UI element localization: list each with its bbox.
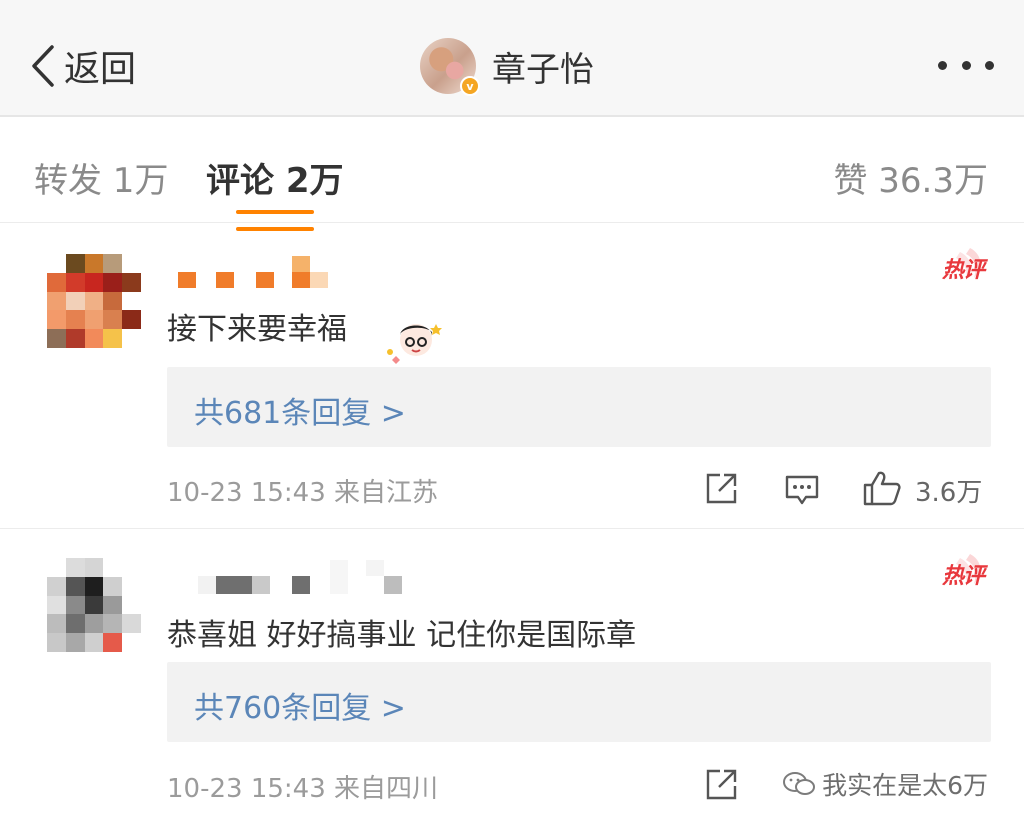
hot-comment-badge: 热评 xyxy=(930,244,986,288)
like-button[interactable] xyxy=(862,470,902,506)
top-nav-bar: 返回 v 章子怡 xyxy=(0,0,1024,117)
chevron-left-icon xyxy=(32,45,54,87)
tab-like[interactable]: 赞 36.3万 xyxy=(833,153,988,202)
share-icon xyxy=(706,769,737,800)
replies-label: 共681条回复 > xyxy=(194,396,406,431)
username-censored[interactable] xyxy=(170,560,430,594)
watermark-text: 我实在是太6万 xyxy=(822,771,988,800)
comment-text: 恭喜姐 好好搞事业 记住你是国际章 xyxy=(167,618,637,653)
reply-button[interactable] xyxy=(784,474,820,506)
like-count: 3.6万 xyxy=(915,478,983,508)
wechat-watermark: 我实在是太6万 xyxy=(782,766,988,802)
share-button[interactable] xyxy=(704,472,738,506)
tab-bar: 转发 1万 评论 2万 赞 36.3万 xyxy=(0,119,1024,231)
like-icon xyxy=(863,471,901,506)
page-title: 章子怡 xyxy=(492,49,594,90)
avatar[interactable] xyxy=(47,558,141,652)
tab-repost[interactable]: 转发 1万 xyxy=(34,153,168,202)
tab-comment[interactable]: 评论 2万 xyxy=(206,153,344,202)
sticker-icon xyxy=(387,324,442,364)
comment-meta: 10-23 15:43 来自四川 xyxy=(167,774,439,804)
replies-link[interactable]: 共760条回复 > xyxy=(167,662,991,742)
replies-label: 共760条回复 > xyxy=(194,691,406,726)
verified-badge-icon: v xyxy=(460,76,480,96)
replies-link[interactable]: 共681条回复 > xyxy=(167,367,991,447)
comment-item: 热评 恭喜姐 好好搞事业 记住你是国际章 共760条回复 > 10-23 15:… xyxy=(0,530,1024,827)
back-button[interactable]: 返回 xyxy=(28,42,136,90)
hot-label: 热评 xyxy=(941,258,985,283)
reply-icon xyxy=(785,475,819,505)
comment-meta: 10-23 15:43 来自江苏 xyxy=(167,478,439,508)
comment-item: 热评 接下来要幸福 共681条回复 > 10-23 15:43 来自江苏 3.6… xyxy=(0,224,1024,529)
comment-text: 接下来要幸福 xyxy=(167,312,347,347)
back-label: 返回 xyxy=(64,49,137,90)
user-header[interactable]: v 章子怡 xyxy=(420,37,594,96)
share-icon xyxy=(706,473,737,504)
avatar[interactable] xyxy=(47,254,141,348)
wechat-icon xyxy=(783,772,816,795)
more-options-button[interactable] xyxy=(938,52,994,78)
hot-comment-badge: 热评 xyxy=(930,550,986,594)
more-icon xyxy=(938,60,947,70)
share-button[interactable] xyxy=(704,768,738,802)
username-censored[interactable] xyxy=(170,254,340,288)
avatar[interactable]: v xyxy=(420,38,480,96)
hot-label: 热评 xyxy=(941,564,985,589)
